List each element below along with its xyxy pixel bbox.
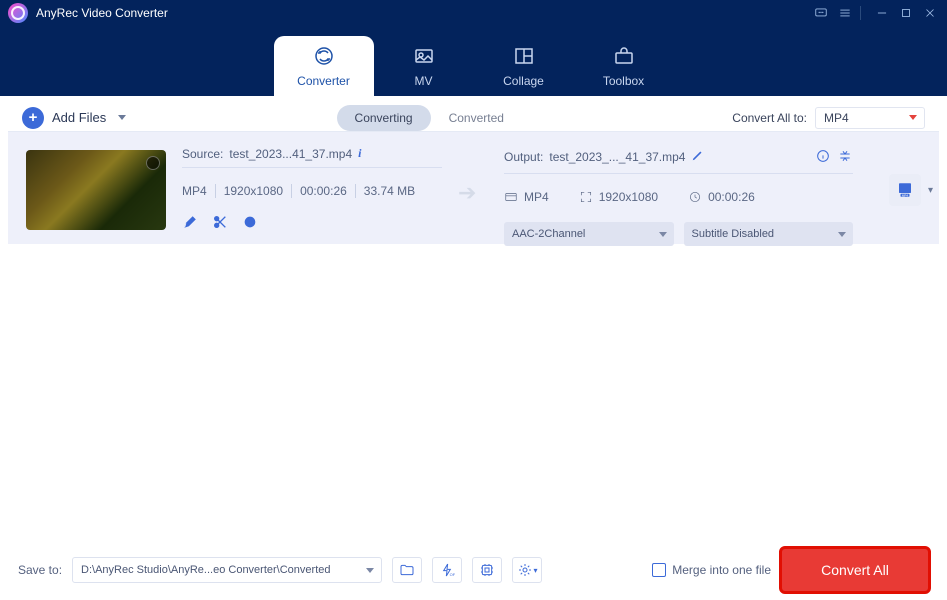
save-path-select[interactable]: D:\AnyRec Studio\AnyRe...eo Converter\Co… [72,557,382,583]
media-info-icon[interactable] [815,148,831,167]
main-tabs: Converter MV Collage Toolbox [0,26,947,96]
open-folder-button[interactable] [392,557,422,583]
tab-toolbox[interactable]: Toolbox [574,36,674,96]
source-format: MP4 [182,184,207,198]
source-filename: test_2023...41_37.mp4 [229,147,352,161]
audio-select[interactable]: AAC-2Channel [504,222,674,246]
rename-icon[interactable] [691,148,705,165]
item-actions [182,214,442,235]
source-resolution: 1920x1080 [215,184,283,198]
chevron-down-icon [366,568,374,573]
chevron-down-icon [118,115,126,120]
format-select[interactable]: MP4 [815,107,925,129]
source-label: Source: [182,147,223,161]
tab-converter-label: Converter [297,74,350,88]
status-segment: Converting Converted [337,105,522,131]
output-line: Output: test_2023_..._41_37.mp4 [504,146,853,174]
close-icon[interactable] [921,4,939,22]
merge-checkbox[interactable]: Merge into one file [652,563,771,577]
output-filename: test_2023_..._41_37.mp4 [549,150,685,164]
arrow-icon: ➔ [458,180,488,206]
titlebar-separator [860,6,861,20]
hw-accel-button[interactable]: OFF [432,557,462,583]
high-speed-button[interactable] [472,557,502,583]
add-files-button[interactable]: + Add Files [22,107,126,129]
output-label: Output: [504,150,543,164]
plus-icon: + [22,107,44,129]
save-path-value: D:\AnyRec Studio\AnyRe...eo Converter\Co… [81,564,330,576]
source-line: Source: test_2023...41_37.mp4 i [182,146,442,168]
output-column: Output: test_2023_..._41_37.mp4 MP4 1920… [504,146,853,246]
feedback-icon[interactable] [812,4,830,22]
tab-collage[interactable]: Collage [474,36,574,96]
svg-text:OFF: OFF [450,572,455,577]
chevron-down-icon [909,115,917,120]
subtitle-select-value: Subtitle Disabled [692,228,775,240]
svg-text:MP4: MP4 [902,193,909,197]
file-item: Source: test_2023...41_37.mp4 i MP4 1920… [8,132,939,244]
convert-all-button[interactable]: Convert All [781,548,929,592]
tab-collage-label: Collage [503,74,544,88]
source-duration: 00:00:26 [291,184,347,198]
minimize-icon[interactable] [873,4,891,22]
footer-bar: Save to: D:\AnyRec Studio\AnyRe...eo Con… [8,548,939,592]
subtitle-select[interactable]: Subtitle Disabled [684,222,854,246]
tab-converted[interactable]: Converted [431,105,522,131]
trim-icon[interactable] [212,214,228,235]
add-files-label: Add Files [52,110,106,125]
tab-toolbox-label: Toolbox [603,74,644,88]
app-logo [8,3,28,23]
audio-select-value: AAC-2Channel [512,228,585,240]
app-title: AnyRec Video Converter [36,6,168,20]
output-resolution: 1920x1080 [599,190,658,204]
chevron-down-icon [659,232,667,237]
menu-icon[interactable] [836,4,854,22]
format-select-value: MP4 [824,111,849,125]
checkbox-box [652,563,666,577]
merge-label: Merge into one file [672,563,771,577]
tab-mv[interactable]: MV [374,36,474,96]
titlebar: AnyRec Video Converter [0,0,947,26]
edit-icon[interactable] [182,214,198,235]
chevron-down-icon [838,232,846,237]
source-column: Source: test_2023...41_37.mp4 i MP4 1920… [182,146,442,235]
maximize-icon[interactable] [897,4,915,22]
source-size: 33.74 MB [355,184,415,198]
output-selects: AAC-2Channel Subtitle Disabled [504,222,853,246]
output-format-button[interactable]: MP4 ▾ [889,174,921,206]
sub-toolbar: + Add Files Converting Converted Convert… [8,96,939,132]
output-duration: 00:00:26 [708,190,755,204]
tab-converting[interactable]: Converting [337,105,431,131]
info-icon[interactable]: i [358,146,361,161]
convert-all-to: Convert All to: MP4 [732,107,925,129]
convert-all-to-label: Convert All to: [732,111,807,125]
save-to-label: Save to: [18,563,62,577]
tab-mv-label: MV [415,74,433,88]
video-thumbnail[interactable] [26,150,166,230]
file-list: Source: test_2023...41_37.mp4 i MP4 1920… [8,132,939,548]
settings-button[interactable]: ▾ [512,557,542,583]
source-meta: MP4 1920x1080 00:00:26 33.74 MB [182,184,442,198]
output-tools [815,148,853,167]
compress-icon[interactable] [837,148,853,167]
chevron-down-icon: ▾ [928,185,933,196]
enhance-icon[interactable] [242,214,258,235]
output-meta: MP4 1920x1080 00:00:26 [504,190,853,204]
tab-converter[interactable]: Converter [274,36,374,96]
output-format: MP4 [524,190,549,204]
